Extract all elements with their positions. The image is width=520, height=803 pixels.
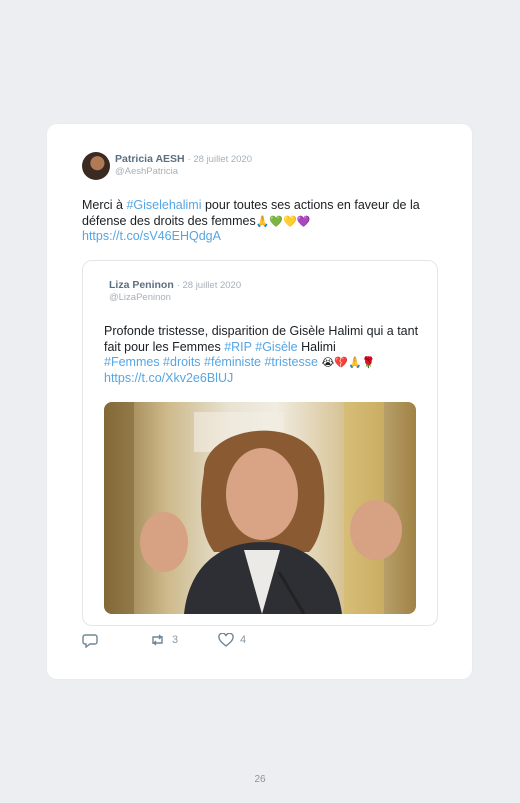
page-number: 26 xyxy=(254,774,266,785)
retweet-action[interactable]: 3 xyxy=(149,633,178,647)
tweet-actions: 3 4 xyxy=(82,633,382,649)
heart-icon[interactable] xyxy=(218,633,234,647)
quoted-tweet[interactable]: Liza Peninon · 28 juillet 2020 @LizaPeni… xyxy=(82,260,438,626)
quoted-author-name[interactable]: Liza Peninon xyxy=(109,279,174,291)
emoji-group: 😭💔🙏🌹 xyxy=(321,356,376,369)
quoted-date: · 28 juillet 2020 xyxy=(176,280,242,291)
hashtag-link[interactable]: #Giselehalimi xyxy=(126,198,201,212)
hashtag-gisele[interactable]: #Gisèle xyxy=(255,340,297,354)
tweet-card: Patricia AESH · 28 juillet 2020 @AeshPat… xyxy=(47,124,472,679)
hashtag-list[interactable]: #Femmes #droits #féministe #tristesse xyxy=(104,355,318,369)
tweet-text: Merci à #Giselehalimi pour toutes ses ac… xyxy=(82,198,437,245)
hashtag-rip[interactable]: #RIP xyxy=(224,340,252,354)
emoji-group: 🙏💚💛💜 xyxy=(255,214,311,228)
author-line: Patricia AESH · 28 juillet 2020 xyxy=(115,153,252,166)
reply-icon[interactable] xyxy=(82,633,98,648)
tweet-date[interactable]: · 28 juillet 2020 xyxy=(188,154,252,165)
author-name[interactable]: Patricia AESH xyxy=(115,153,185,165)
quoted-author-handle: @LizaPeninon xyxy=(109,292,171,303)
tweet-link[interactable]: https://t.co/sV46EHQdgA xyxy=(82,229,221,243)
quoted-link[interactable]: https://t.co/Xkv2e6BlUJ xyxy=(104,371,233,385)
like-count: 4 xyxy=(240,634,247,646)
author-handle[interactable]: @AeshPatricia xyxy=(115,166,178,177)
retweet-icon[interactable] xyxy=(149,633,166,647)
quoted-text: Profonde tristesse, disparition de Gisèl… xyxy=(104,324,424,386)
quoted-author-line: Liza Peninon · 28 juillet 2020 xyxy=(109,279,241,291)
like-action[interactable]: 4 xyxy=(218,633,246,647)
quoted-text-part: Halimi xyxy=(297,339,336,354)
author-avatar[interactable] xyxy=(82,152,110,180)
retweet-count: 3 xyxy=(172,634,179,646)
tweet-text-part: Merci à xyxy=(82,198,127,212)
tweet-photo[interactable] xyxy=(104,402,416,614)
reply-action[interactable] xyxy=(82,633,98,648)
